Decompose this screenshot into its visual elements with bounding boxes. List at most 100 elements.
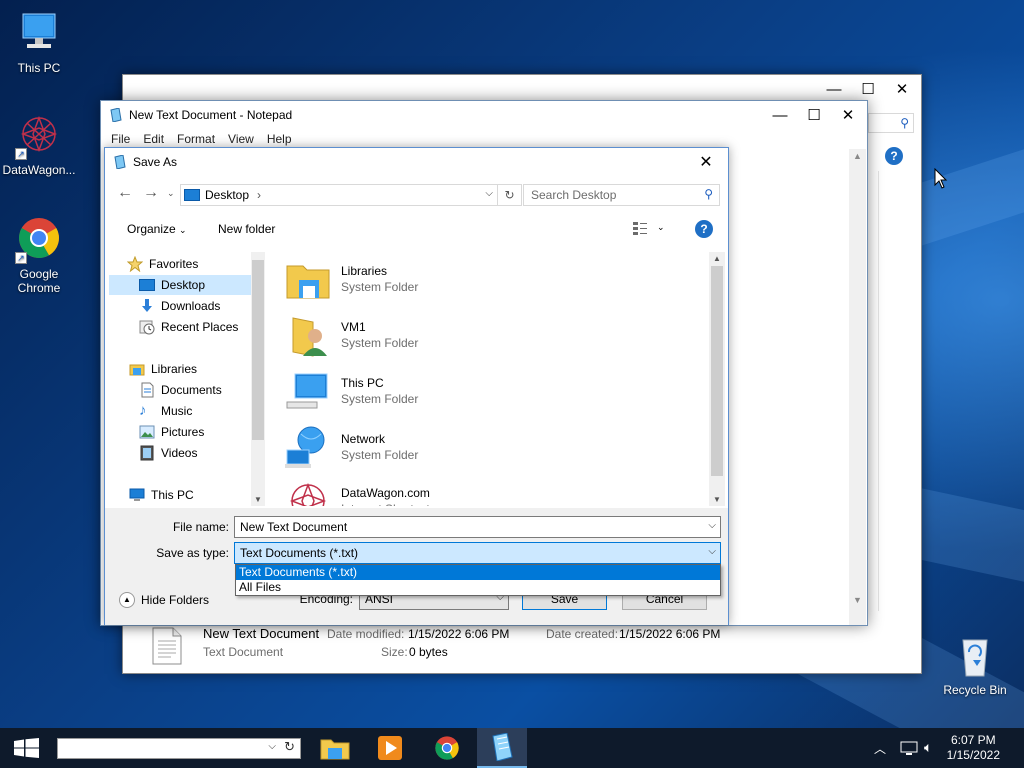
taskbar-search-input[interactable]: ⌵ ↻ [57, 738, 301, 759]
minimize-button[interactable]: — [817, 75, 851, 103]
scroll-thumb[interactable] [252, 260, 264, 440]
nav-label: Libraries [151, 362, 198, 376]
volume-icon[interactable]: 🔈︎ [924, 739, 932, 756]
desktop-icon-this-pc[interactable]: This PC [0, 10, 78, 75]
forward-arrow-icon[interactable]: → [143, 184, 159, 202]
computer-icon [15, 10, 63, 58]
file-list-scrollbar[interactable]: ▲ ▼ [709, 252, 725, 506]
search-icon[interactable]: ⚲ [704, 187, 713, 201]
address-location[interactable]: Desktop [205, 188, 249, 202]
notepad-titlebar[interactable]: New Text Document - Notepad — ☐ ✕ [101, 101, 867, 129]
chevron-down-icon[interactable]: ⌵ [268, 741, 276, 752]
file-type: System Folder [341, 280, 419, 294]
close-button[interactable]: ✕ [885, 75, 919, 103]
search-input[interactable]: Search Desktop ⚲ [523, 184, 720, 206]
recycle-bin-icon [951, 632, 999, 680]
save-as-type-value: Text Documents (*.txt) [240, 546, 359, 560]
menu-file[interactable]: File [111, 132, 130, 146]
save-as-type-select[interactable]: Text Documents (*.txt) ⌵ [234, 542, 721, 564]
recent-places-icon [139, 319, 155, 335]
scroll-thumb[interactable] [711, 266, 723, 476]
pictures-icon [139, 424, 155, 440]
menu-format[interactable]: Format [177, 132, 215, 146]
desktop-icon-google-chrome[interactable]: ↗ Google Chrome [0, 216, 78, 295]
help-icon[interactable]: ? [695, 220, 713, 238]
desktop-icon-datawagon[interactable]: ↗ DataWagon... [0, 112, 78, 177]
file-name: DataWagon.com [341, 486, 430, 500]
clock-time: 6:07 PM [950, 733, 996, 747]
maximize-button[interactable]: ☐ [851, 75, 885, 103]
scroll-down-icon[interactable]: ▼ [713, 495, 721, 504]
back-arrow-icon[interactable]: ← [117, 184, 133, 202]
scroll-down-icon[interactable]: ▼ [254, 495, 262, 504]
refresh-icon[interactable]: ↻ [497, 185, 521, 205]
view-options-icon[interactable] [632, 220, 648, 236]
dropdown-option-text-documents[interactable]: Text Documents (*.txt) [236, 565, 720, 580]
address-dropdown-chevron-icon[interactable]: ⌵ [485, 188, 493, 199]
taskbar-file-explorer[interactable] [310, 728, 360, 768]
file-item-vm1[interactable]: VM1 System Folder [285, 310, 418, 360]
chevron-down-icon: ⌄ [179, 225, 187, 235]
search-placeholder: Search Desktop [531, 188, 617, 202]
media-player-icon [378, 736, 402, 760]
close-button[interactable]: ✕ [684, 148, 728, 176]
network-status-icon[interactable] [900, 740, 918, 756]
file-name-input[interactable]: New Text Document ⌵ [234, 516, 721, 538]
scroll-down-icon[interactable]: ▼ [853, 595, 862, 605]
file-item-network[interactable]: Network System Folder [285, 422, 418, 472]
chevron-down-icon[interactable]: ⌵ [708, 546, 716, 557]
desktop-icon [184, 189, 200, 201]
new-folder-button[interactable]: New folder [218, 222, 275, 236]
notepad-menubar: File Edit Format View Help [101, 129, 867, 149]
nav-item-this-pc[interactable]: This PC [129, 485, 269, 505]
refresh-icon[interactable]: ↻ [284, 739, 295, 755]
breadcrumb-chevron-icon[interactable]: › [257, 188, 261, 202]
scroll-up-icon[interactable]: ▲ [853, 151, 862, 161]
desktop-icon-recycle-bin[interactable]: Recycle Bin [936, 632, 1014, 697]
nav-item-desktop[interactable]: Desktop [109, 275, 253, 295]
minimize-button[interactable]: — [763, 101, 797, 129]
recent-locations-chevron-icon[interactable]: ⌄ [167, 188, 175, 199]
taskbar-chrome[interactable] [422, 728, 472, 768]
taskbar-notepad[interactable] [477, 728, 527, 768]
view-chevron-icon[interactable]: ⌄ [657, 222, 665, 233]
save-as-titlebar[interactable]: Save As [105, 148, 728, 176]
chrome-icon [435, 736, 459, 760]
navigation-pane: Favorites Desktop Downloads Recent Place… [109, 252, 267, 506]
file-item-this-pc[interactable]: This PC System Folder [285, 366, 418, 416]
notepad-scrollbar[interactable]: ▲ ▼ [849, 149, 866, 625]
show-hidden-icons-chevron-icon[interactable]: ︿ [874, 740, 886, 757]
hide-folders-button[interactable]: ▲ Hide Folders [119, 592, 209, 608]
file-item-libraries[interactable]: Libraries System Folder [285, 254, 418, 304]
menu-edit[interactable]: Edit [143, 132, 164, 146]
maximize-button[interactable]: ☐ [797, 101, 831, 129]
folder-icon [320, 739, 350, 760]
file-name-value: New Text Document [240, 520, 348, 534]
nav-pane-scrollbar[interactable]: ▼ [251, 252, 265, 506]
file-name: Network [341, 432, 386, 446]
scroll-up-icon[interactable]: ▲ [713, 254, 721, 263]
taskbar-media-player[interactable] [365, 728, 415, 768]
menu-view[interactable]: View [228, 132, 254, 146]
nav-item-favorites[interactable]: Favorites [126, 254, 267, 274]
explorer-search-box[interactable]: ⚲ [868, 113, 914, 133]
file-name: VM1 [341, 320, 366, 334]
close-button[interactable]: ✕ [831, 101, 865, 129]
notepad-icon [492, 733, 513, 761]
file-item-datawagon[interactable]: DataWagon.com Internet Shortcut [285, 476, 430, 506]
menu-help[interactable]: Help [267, 132, 292, 146]
system-clock[interactable]: 6:07 PM 1/15/2022 [947, 733, 1000, 763]
user-folder-icon [285, 312, 331, 358]
nav-item-libraries[interactable]: Libraries [129, 359, 269, 379]
dropdown-option-all-files[interactable]: All Files [236, 580, 720, 595]
chevron-down-icon[interactable]: ⌵ [708, 520, 716, 531]
file-type: Internet Shortcut [341, 502, 430, 506]
mouse-cursor-icon [934, 168, 948, 189]
datawagon-logo-icon: ↗ [15, 112, 63, 160]
address-bar[interactable]: Desktop › ⌵ ↻ [180, 184, 522, 206]
explorer-divider [878, 171, 879, 611]
help-icon[interactable]: ? [885, 147, 903, 165]
nav-label: Recent Places [161, 320, 239, 334]
windows-start-icon[interactable] [14, 738, 40, 758]
organize-button[interactable]: Organize ⌄ [127, 222, 187, 236]
